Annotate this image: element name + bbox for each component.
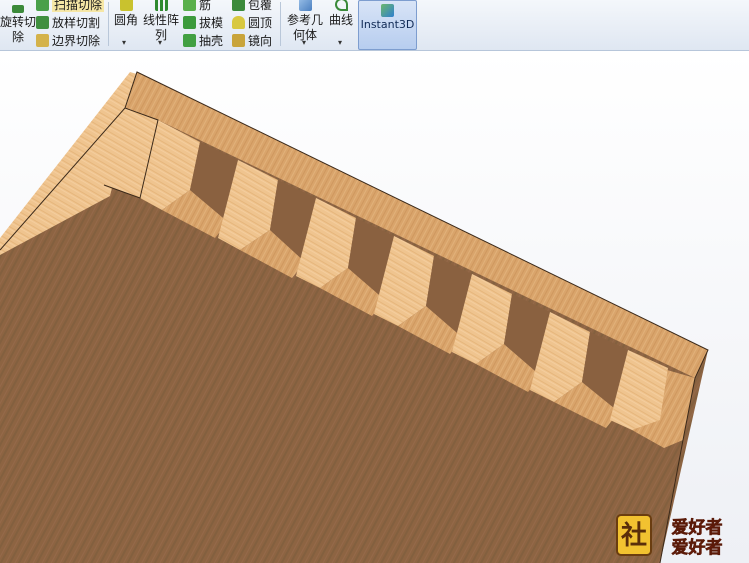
fillet-dropdown-icon[interactable]: ▾ bbox=[122, 38, 126, 47]
linear-pattern-label-1: 线性阵 bbox=[142, 13, 179, 27]
draft-icon bbox=[183, 16, 196, 29]
pattern-dropdown-icon[interactable]: ▾ bbox=[158, 38, 162, 47]
shell-label: 抽壳 bbox=[199, 34, 224, 48]
curves-button[interactable]: 曲线 bbox=[327, 0, 355, 28]
separator bbox=[108, 2, 109, 46]
wrap-button[interactable]: 包覆 bbox=[232, 0, 272, 13]
lofted-cut-button[interactable]: 放样切割 bbox=[36, 14, 100, 31]
fillet-icon bbox=[119, 0, 133, 11]
lofted-cut-label: 放样切割 bbox=[52, 16, 101, 30]
curves-label: 曲线 bbox=[328, 13, 353, 27]
reference-geometry-label-1: 参考几 bbox=[286, 13, 323, 27]
svg-text:社: 社 bbox=[621, 520, 647, 551]
linear-pattern-button[interactable]: 线性阵 列 bbox=[142, 0, 180, 43]
dome-button[interactable]: 圆顶 bbox=[232, 14, 272, 31]
watermark-logo: 社 爱好者 爱好者 bbox=[615, 511, 743, 558]
shell-button[interactable]: 抽壳 bbox=[183, 32, 223, 49]
swept-cut-icon bbox=[36, 0, 49, 11]
rib-button[interactable]: 筋 bbox=[183, 0, 211, 13]
fillet-button[interactable]: 圆角 bbox=[113, 0, 139, 28]
swept-cut-label: 扫描切除 bbox=[52, 0, 105, 12]
instant3d-button[interactable]: Instant3D bbox=[358, 0, 417, 50]
boundary-cut-button[interactable]: 边界切除 bbox=[36, 32, 100, 49]
revolved-cut-label-2: 除 bbox=[11, 30, 24, 44]
wrap-label: 包覆 bbox=[248, 0, 273, 12]
revolved-cut-icon bbox=[12, 5, 24, 13]
draft-button[interactable]: 拔模 bbox=[183, 14, 223, 31]
dovetail-board-model bbox=[0, 51, 749, 563]
svg-text:爱好者: 爱好者 bbox=[672, 537, 723, 557]
reference-geometry-dropdown-icon[interactable]: ▾ bbox=[302, 38, 306, 47]
reference-geometry-button[interactable]: 参考几 何体 bbox=[285, 0, 325, 43]
boundary-cut-label: 边界切除 bbox=[52, 34, 101, 48]
separator bbox=[280, 2, 281, 46]
lofted-cut-icon bbox=[36, 16, 49, 29]
mirror-button[interactable]: 镜向 bbox=[232, 32, 272, 49]
draft-label: 拔模 bbox=[199, 16, 224, 30]
curves-dropdown-icon[interactable]: ▾ bbox=[338, 38, 342, 47]
dome-label: 圆顶 bbox=[248, 16, 273, 30]
boundary-cut-icon bbox=[36, 34, 49, 47]
shell-icon bbox=[183, 34, 196, 47]
feature-toolbar-ribbon: 旋转切 除 扫描切除 放样切割 边界切除 圆角 ▾ 线性阵 列 ▾ 筋 拔模 抽… bbox=[0, 0, 749, 51]
mirror-icon bbox=[232, 34, 245, 47]
wrap-icon bbox=[232, 0, 245, 11]
instant3d-icon bbox=[381, 4, 394, 17]
rib-label: 筋 bbox=[199, 0, 212, 12]
dome-icon bbox=[232, 16, 245, 29]
revolved-cut-label-1: 旋转切 bbox=[0, 15, 37, 29]
linear-pattern-icon bbox=[154, 0, 168, 11]
swept-cut-button[interactable]: 扫描切除 bbox=[36, 0, 105, 13]
revolved-cut-button[interactable]: 旋转切 除 bbox=[0, 0, 36, 45]
graphics-viewport[interactable] bbox=[0, 51, 749, 563]
curves-icon bbox=[334, 0, 348, 11]
fillet-label: 圆角 bbox=[113, 13, 138, 27]
rib-icon bbox=[183, 0, 196, 11]
instant3d-label: Instant3D bbox=[360, 18, 415, 31]
reference-geometry-icon bbox=[298, 0, 312, 11]
svg-text:爱好者: 爱好者 bbox=[672, 517, 723, 538]
mirror-label: 镜向 bbox=[248, 34, 273, 48]
